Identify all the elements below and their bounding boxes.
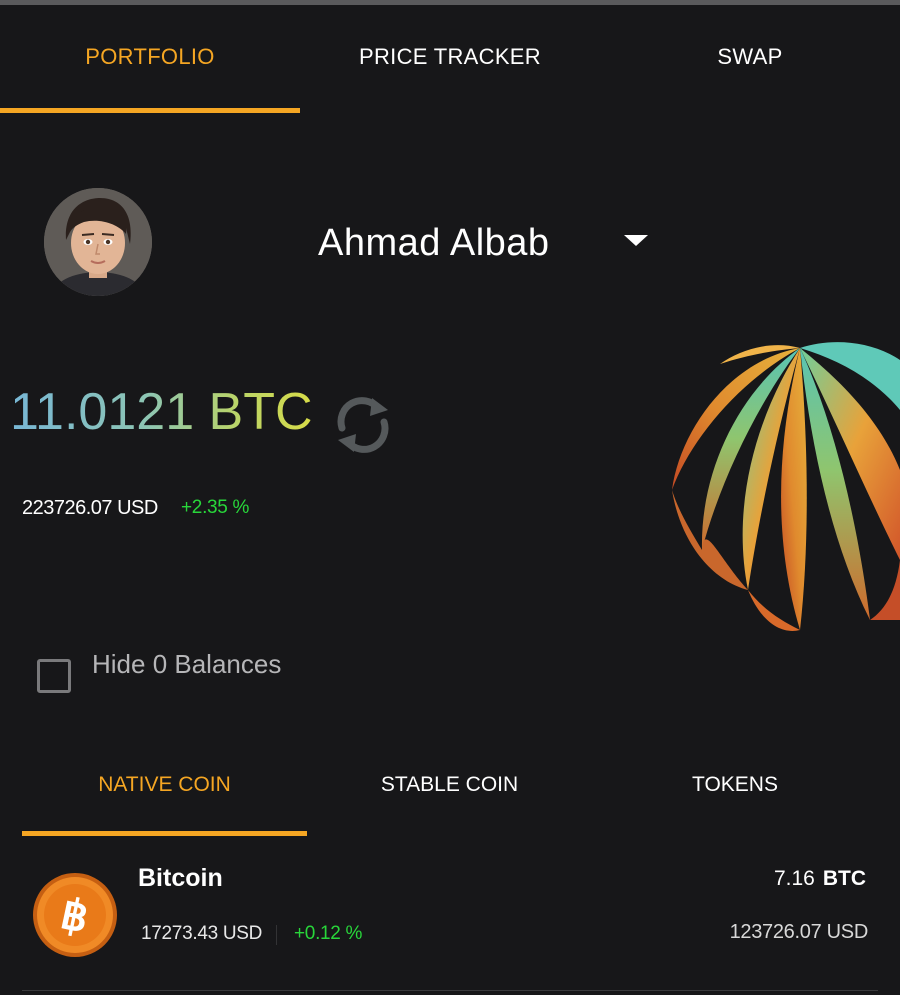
active-subtab-indicator <box>22 831 307 836</box>
tab-native-coin[interactable]: NATIVE COIN <box>22 760 307 810</box>
coin-unit: BTC <box>822 867 866 890</box>
top-tab-bar: PORTFOLIO PRICE TRACKER SWAP <box>0 5 900 113</box>
coin-name: Bitcoin <box>138 864 223 892</box>
hide-zero-label: Hide 0 Balances <box>92 649 282 679</box>
balance-change: +2.35 % <box>181 497 250 518</box>
decorative-orb-graphic <box>672 342 900 631</box>
hide-zero-checkbox[interactable] <box>37 659 71 693</box>
tab-swap-label: SWAP <box>717 44 783 69</box>
active-tab-indicator <box>0 108 300 113</box>
tab-price-tracker[interactable]: PRICE TRACKER <box>300 5 600 109</box>
tab-price-tracker-label: PRICE TRACKER <box>359 44 541 69</box>
tab-native-coin-label: NATIVE COIN <box>98 773 231 796</box>
coin-value: 123726.07 USD <box>729 921 869 943</box>
avatar[interactable] <box>44 188 152 296</box>
coin-amount: 7.16 <box>773 867 815 890</box>
user-avatar-icon <box>44 188 152 296</box>
coin-change: +0.12 % <box>294 923 363 944</box>
tab-swap[interactable]: SWAP <box>600 5 900 109</box>
tab-portfolio[interactable]: PORTFOLIO <box>0 5 300 109</box>
tab-tokens-label: TOKENS <box>692 773 778 796</box>
total-balance: 11.0121 BTC <box>10 383 313 441</box>
account-name[interactable]: Ahmad Albab <box>318 222 550 265</box>
account-dropdown-icon[interactable] <box>624 235 648 246</box>
list-item[interactable]: ฿ Bitcoin 17273.43 USD +0.12 % 7.16 BTC 1… <box>0 845 900 995</box>
tab-tokens[interactable]: TOKENS <box>592 760 878 810</box>
tab-portfolio-label: PORTFOLIO <box>85 44 215 69</box>
refresh-icon[interactable] <box>328 390 398 460</box>
divider <box>276 925 277 945</box>
coin-amount-line: 7.16 BTC <box>774 867 866 891</box>
tab-stable-coin[interactable]: STABLE COIN <box>307 760 592 810</box>
row-divider <box>22 990 878 991</box>
portfolio-screen: PORTFOLIO PRICE TRACKER SWAP Ahmad Albab… <box>0 0 900 995</box>
coin-price: 17273.43 USD <box>141 923 263 944</box>
balance-usd: 223726.07 USD <box>22 497 158 519</box>
bitcoin-icon: ฿ <box>33 873 117 957</box>
tab-stable-coin-label: STABLE COIN <box>380 773 519 796</box>
